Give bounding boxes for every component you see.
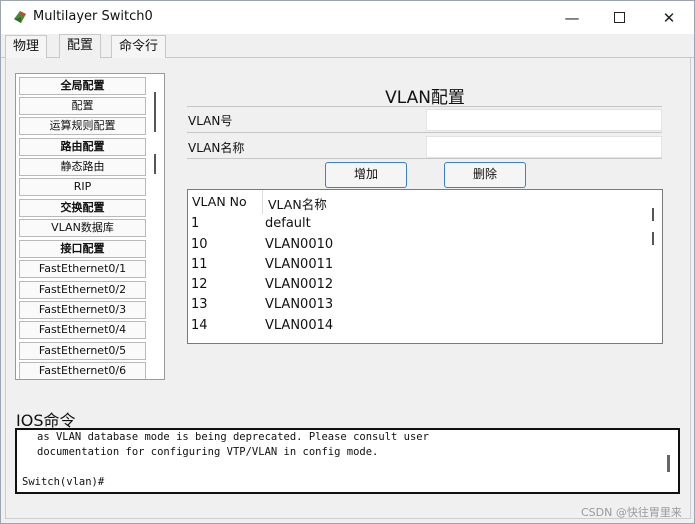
cell-vlan-name: VLAN0011 — [265, 257, 334, 272]
delete-button[interactable]: 删除 — [444, 162, 526, 188]
table-header: VLAN No VLAN名称 — [188, 190, 646, 214]
cell-vlan-no: 10 — [191, 237, 208, 252]
title-bar[interactable]: Multilayer Switch0 — ✕ — [1, 1, 694, 34]
table-scrollbar[interactable] — [646, 190, 662, 343]
field-divider-2 — [187, 158, 662, 159]
table-row[interactable]: 12 VLAN0012 — [188, 277, 646, 297]
table-row[interactable]: 11 VLAN0011 — [188, 257, 646, 277]
menu-item-interface-config[interactable]: 接口配置 — [19, 240, 146, 258]
tab-cli[interactable]: 命令行 — [111, 35, 167, 58]
console-scroll-thumb[interactable] — [667, 455, 670, 472]
console-line: as VLAN database mode is being deprecate… — [37, 431, 429, 443]
menu-item-static-routing[interactable]: 静态路由 — [19, 158, 146, 176]
cell-vlan-name: VLAN0014 — [265, 318, 334, 333]
menu-scroll-thumb[interactable] — [154, 92, 156, 132]
console-prompt[interactable]: Switch(vlan)# — [22, 476, 104, 488]
vlan-number-label: VLAN号 — [188, 114, 233, 128]
table-row[interactable]: 10 VLAN0010 — [188, 237, 646, 257]
minimize-button[interactable]: — — [549, 1, 595, 34]
add-button[interactable]: 增加 — [325, 162, 407, 188]
app-icon — [14, 11, 26, 23]
table-scroll-thumb[interactable] — [652, 208, 654, 221]
vlan-name-input[interactable] — [426, 136, 662, 158]
header-vlan-no[interactable]: VLAN No — [192, 194, 247, 209]
field-divider — [187, 132, 662, 133]
table-scroll-thumb-2[interactable] — [652, 232, 654, 245]
menu-item-fa0-4[interactable]: FastEthernet0/4 — [19, 321, 146, 339]
menu-item-rip[interactable]: RIP — [19, 178, 146, 196]
maximize-button[interactable] — [596, 1, 642, 34]
vlan-number-input[interactable] — [426, 109, 662, 131]
tab-physical[interactable]: 物理 — [5, 35, 48, 58]
tab-config[interactable]: 配置 — [59, 34, 102, 59]
menu-item-fa0-6[interactable]: FastEthernet0/6 — [19, 362, 146, 379]
watermark: CSDN @快往胃里来 — [581, 506, 682, 519]
menu-item-algorithm-config[interactable]: 运算规则配置 — [19, 117, 146, 135]
header-divider — [262, 190, 263, 214]
menu-item-fa0-2[interactable]: FastEthernet0/2 — [19, 281, 146, 299]
vlan-table[interactable]: VLAN No VLAN名称 1 default 10 VLAN0010 11 … — [187, 189, 663, 344]
config-menu: 全局配置 配置 运算规则配置 路由配置 静态路由 RIP 交换配置 VLAN数据… — [15, 73, 165, 380]
console-line: documentation for configuring VTP/VLAN i… — [37, 446, 379, 458]
vlan-config-title: VLAN配置 — [385, 88, 465, 108]
table-row[interactable]: 13 VLAN0013 — [188, 297, 646, 317]
app-window: Multilayer Switch0 — ✕ 物理 配置 命令行 全局配置 配置… — [0, 0, 695, 524]
maximize-icon — [613, 12, 625, 23]
menu-item-global-config[interactable]: 全局配置 — [19, 77, 146, 95]
menu-item-settings[interactable]: 配置 — [19, 97, 146, 115]
menu-item-fa0-1[interactable]: FastEthernet0/1 — [19, 260, 146, 278]
table-row[interactable]: 1 default — [188, 216, 646, 236]
ios-console[interactable]: as VLAN database mode is being deprecate… — [15, 428, 680, 494]
menu-scroll-thumb-2[interactable] — [154, 154, 156, 174]
menu-item-vlan-database[interactable]: VLAN数据库 — [19, 219, 146, 237]
menu-item-routing-config[interactable]: 路由配置 — [19, 138, 146, 156]
cell-vlan-no: 1 — [191, 216, 200, 231]
header-vlan-name[interactable]: VLAN名称 — [268, 194, 327, 213]
tab-bar: 物理 配置 命令行 — [1, 34, 694, 59]
cell-vlan-name: default — [265, 216, 311, 231]
menu-item-switching-config[interactable]: 交换配置 — [19, 199, 146, 217]
menu-scrollbar[interactable] — [152, 74, 164, 379]
table-row[interactable]: 14 VLAN0014 — [188, 318, 646, 338]
cell-vlan-name: VLAN0010 — [265, 237, 334, 252]
vlan-name-label: VLAN名称 — [188, 141, 245, 155]
menu-item-fa0-5[interactable]: FastEthernet0/5 — [19, 342, 146, 360]
cell-vlan-no: 11 — [191, 257, 208, 272]
cell-vlan-no: 13 — [191, 297, 208, 312]
window-title: Multilayer Switch0 — [33, 9, 153, 24]
close-button[interactable]: ✕ — [646, 1, 692, 34]
cell-vlan-no: 12 — [191, 277, 208, 292]
close-icon: ✕ — [662, 8, 676, 27]
title-divider — [187, 106, 662, 107]
cell-vlan-no: 14 — [191, 318, 208, 333]
cell-vlan-name: VLAN0012 — [265, 277, 334, 292]
menu-item-fa0-3[interactable]: FastEthernet0/3 — [19, 301, 146, 319]
cell-vlan-name: VLAN0013 — [265, 297, 334, 312]
minimize-icon: — — [564, 8, 580, 27]
